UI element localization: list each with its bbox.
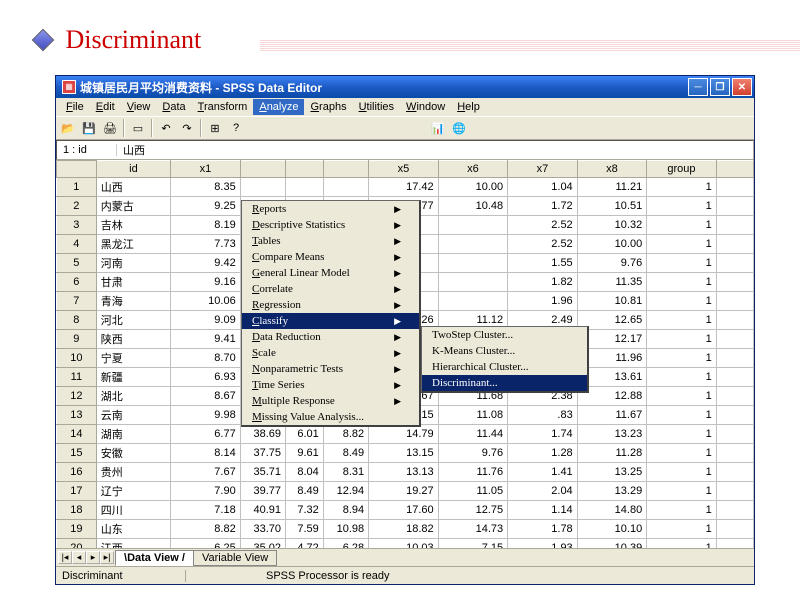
menu-item-nonparametric-tests[interactable]: Nonparametric Tests▶	[242, 361, 419, 377]
menu-item-tables[interactable]: Tables▶	[242, 233, 419, 249]
window-title: 城镇居民月平均消费资料 - SPSS Data Editor	[80, 79, 688, 96]
status-center: SPSS Processor is ready	[186, 570, 754, 582]
goto-icon[interactable]: ⊞	[205, 118, 225, 138]
submenu-item-twostep-cluster-[interactable]: TwoStep Cluster...	[422, 327, 587, 343]
decorative-line	[260, 40, 800, 52]
menu-item-missing-value-analysis-[interactable]: Missing Value Analysis...	[242, 409, 419, 425]
menu-item-reports[interactable]: Reports▶	[242, 201, 419, 217]
menu-item-regression[interactable]: Regression▶	[242, 297, 419, 313]
minimize-button[interactable]: ─	[688, 78, 708, 96]
analyze-menu: Reports▶Descriptive Statistics▶Tables▶Co…	[241, 200, 421, 427]
spss-window: ▦ 城镇居民月平均消费资料 - SPSS Data Editor ─ ❐ ✕ F…	[55, 75, 755, 585]
print-icon[interactable]: 🖨	[100, 118, 120, 138]
submenu-item-hierarchical-cluster-[interactable]: Hierarchical Cluster...	[422, 359, 587, 375]
tab-last-icon[interactable]: ▸|	[100, 551, 114, 564]
tab-variable-view[interactable]: Variable View	[193, 550, 277, 566]
menu-item-general-linear-model[interactable]: General Linear Model▶	[242, 265, 419, 281]
app-icon: ▦	[62, 80, 76, 94]
find-icon[interactable]: ?	[226, 118, 246, 138]
tab-first-icon[interactable]: |◂	[58, 551, 72, 564]
menu-item-data-reduction[interactable]: Data Reduction▶	[242, 329, 419, 345]
menu-file[interactable]: File	[60, 99, 90, 115]
chart-icon[interactable]: 📊	[428, 118, 448, 138]
close-button[interactable]: ✕	[732, 78, 752, 96]
cell-reference-bar: 1 : id 山西	[56, 140, 754, 160]
tab-prev-icon[interactable]: ◂	[72, 551, 86, 564]
maximize-button[interactable]: ❐	[710, 78, 730, 96]
submenu-item-discriminant-[interactable]: Discriminant...	[422, 375, 587, 391]
menu-transform[interactable]: Transform	[192, 99, 254, 115]
menu-view[interactable]: View	[121, 99, 157, 115]
menu-help[interactable]: Help	[451, 99, 486, 115]
submenu-item-k-means-cluster-[interactable]: K-Means Cluster...	[422, 343, 587, 359]
dialog-icon[interactable]: ▭	[128, 118, 148, 138]
classify-submenu: TwoStep Cluster...K-Means Cluster...Hier…	[421, 326, 589, 393]
menubar: File Edit View Data Transform Analyze Gr…	[56, 98, 754, 116]
toolbar: 📂 💾 🖨 ▭ ↶ ↷ ⊞ ? 📊 🌐	[56, 116, 754, 140]
open-icon[interactable]: 📂	[58, 118, 78, 138]
menu-item-multiple-response[interactable]: Multiple Response▶	[242, 393, 419, 409]
globe-icon[interactable]: 🌐	[449, 118, 469, 138]
menu-item-classify[interactable]: Classify▶	[242, 313, 419, 329]
save-icon[interactable]: 💾	[79, 118, 99, 138]
menu-data[interactable]: Data	[156, 99, 191, 115]
menu-item-time-series[interactable]: Time Series▶	[242, 377, 419, 393]
menu-utilities[interactable]: Utilities	[353, 99, 400, 115]
menu-graphs[interactable]: Graphs	[304, 99, 352, 115]
menu-item-descriptive-statistics[interactable]: Descriptive Statistics▶	[242, 217, 419, 233]
cell-address: 1 : id	[57, 144, 117, 156]
menu-item-compare-means[interactable]: Compare Means▶	[242, 249, 419, 265]
bullet-icon	[32, 29, 55, 52]
cell-value: 山西	[117, 142, 151, 158]
redo-icon[interactable]: ↷	[177, 118, 197, 138]
slide-title: Discriminant	[65, 25, 201, 54]
undo-icon[interactable]: ↶	[156, 118, 176, 138]
tab-next-icon[interactable]: ▸	[86, 551, 100, 564]
titlebar: ▦ 城镇居民月平均消费资料 - SPSS Data Editor ─ ❐ ✕	[56, 76, 754, 98]
menu-item-correlate[interactable]: Correlate▶	[242, 281, 419, 297]
statusbar: Discriminant SPSS Processor is ready	[56, 566, 754, 584]
tab-data-view[interactable]: \Data View /	[115, 550, 194, 566]
menu-window[interactable]: Window	[400, 99, 451, 115]
data-grid[interactable]: idx1x5x6x7x8group1山西8.3517.4210.001.0411…	[56, 160, 754, 548]
menu-item-scale[interactable]: Scale▶	[242, 345, 419, 361]
status-left: Discriminant	[56, 570, 186, 582]
sheet-tabs: |◂ ◂ ▸ ▸| \Data View / Variable View	[56, 548, 754, 566]
menu-edit[interactable]: Edit	[90, 99, 121, 115]
menu-analyze[interactable]: Analyze	[253, 99, 304, 115]
